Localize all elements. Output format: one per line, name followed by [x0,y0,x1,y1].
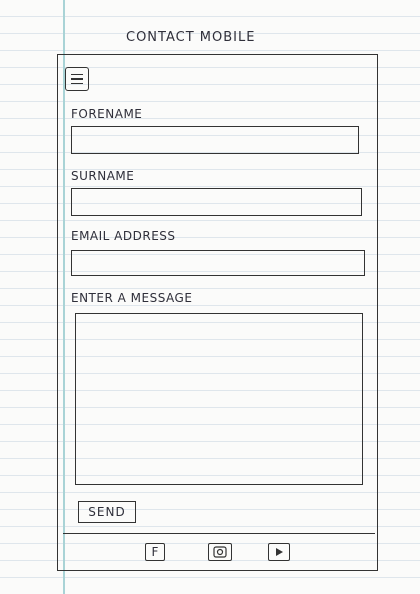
email-input[interactable] [71,250,365,276]
facebook-icon[interactable]: F [145,543,165,561]
message-textarea[interactable] [75,313,363,485]
mobile-frame: FORENAME SURNAME EMAIL ADDRESS ENTER A M… [57,54,378,571]
forename-label: FORENAME [71,107,143,121]
forename-input[interactable] [71,126,359,154]
message-label: ENTER A MESSAGE [71,291,193,305]
surname-label: SURNAME [71,169,135,183]
send-button[interactable]: SEND [78,501,136,523]
email-label: EMAIL ADDRESS [71,229,176,243]
sheet-title: CONTACT MOBILE [126,30,256,45]
surname-input[interactable] [71,188,362,216]
bottom-nav-bar: F [63,533,375,566]
instagram-icon[interactable] [208,543,232,561]
youtube-play-icon[interactable] [268,543,290,561]
hamburger-menu-icon[interactable] [65,67,89,91]
